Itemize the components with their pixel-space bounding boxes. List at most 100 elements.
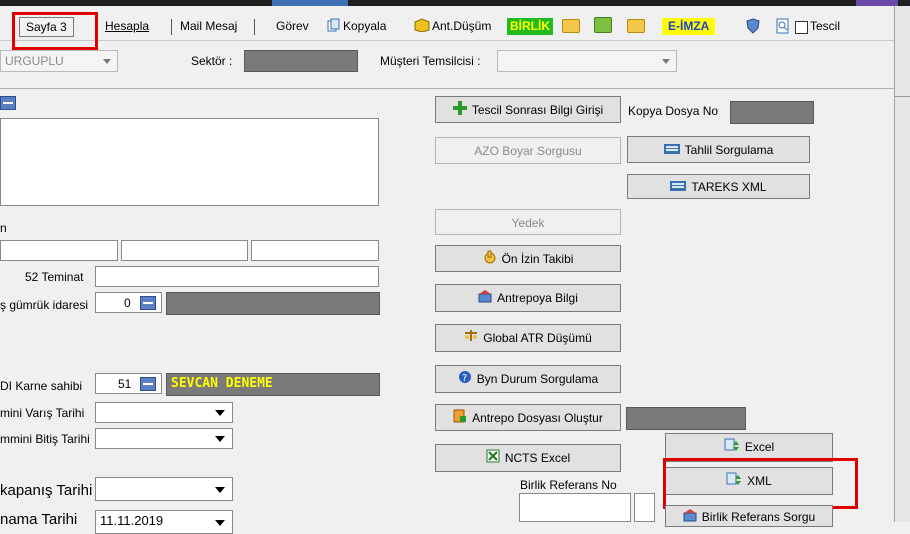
sektor-label: Sektör :	[191, 54, 233, 68]
notes-textarea[interactable]	[0, 118, 379, 206]
bottom-date-label: nama Tarihi	[0, 511, 78, 528]
field-3[interactable]	[251, 240, 379, 261]
bitis-tarihi-picker[interactable]	[95, 428, 233, 449]
kopya-dosya-no-field	[730, 101, 814, 124]
mail-mesaj-button[interactable]: Mail Mesaj	[180, 16, 237, 36]
warehouse-icon	[683, 507, 697, 529]
teminat-label: 52 Teminat	[25, 270, 84, 284]
yedek-label: Yedek	[511, 216, 545, 230]
dropdown-arrow-icon	[215, 436, 225, 442]
tescil-sonrasi-bilgi-girisi-button[interactable]: Tescil Sonrası Bilgi Girişi	[435, 96, 621, 123]
gumruk-lookup-button[interactable]	[140, 296, 156, 310]
warehouse-icon	[478, 286, 492, 312]
field-1[interactable]	[0, 240, 118, 261]
kopyala-button[interactable]: Kopyala	[343, 16, 386, 36]
birlik-referans-extra-field[interactable]	[634, 493, 655, 522]
global-atr-label: Global ATR Düşümü	[483, 331, 592, 345]
kapanis-tarihi-label: kapanış Tarihi	[0, 482, 93, 499]
right-scrollbar[interactable]	[894, 6, 910, 522]
plus-icon	[452, 98, 467, 124]
varis-tarihi-label: mini Varış Tarihi	[0, 406, 85, 420]
on-izin-label: Ön İzin Takibi	[501, 252, 574, 266]
ncts-excel-button[interactable]: NCTS Excel	[435, 444, 621, 472]
byn-durum-label: Byn Durum Sorgulama	[476, 372, 599, 386]
document-add-icon	[453, 406, 467, 432]
office-combo[interactable]: URGUPLU	[0, 50, 118, 72]
lookup-button[interactable]	[0, 96, 16, 110]
excel-icon	[486, 446, 500, 472]
birlik-referans-no-label: Birlik Referans No	[520, 478, 617, 492]
birlik-referans-sorgu-button[interactable]: Birlik Referans Sorgu	[665, 505, 833, 527]
on-izin-takibi-button[interactable]: Ön İzin Takibi	[435, 245, 621, 272]
bottom-date-value: 11.11.2019	[100, 513, 164, 528]
birlik-referans-no-field[interactable]	[519, 493, 631, 522]
gorev-button[interactable]: Görev	[276, 16, 309, 36]
folder-export-icon[interactable]	[627, 19, 645, 33]
sektor-field[interactable]	[244, 50, 358, 72]
folder-open-icon[interactable]	[562, 19, 580, 33]
varis-tarihi-picker[interactable]	[95, 402, 233, 423]
separator	[254, 19, 255, 35]
antrepo-dosyasi-olustur-button[interactable]: Antrepo Dosyası Oluştur	[435, 404, 621, 431]
box-icon[interactable]	[414, 18, 430, 33]
tahlil-label: Tahlil Sorgulama	[684, 143, 774, 157]
karne-sahibi-name: SEVCAN DENEME	[171, 376, 273, 391]
tareks-xml-button[interactable]: TAREKS XML	[627, 174, 810, 199]
byn-durum-sorgulama-button[interactable]: ? Byn Durum Sorgulama	[435, 365, 621, 393]
antrepo-dosya-no-field	[626, 407, 746, 430]
tahlil-sorgulama-button[interactable]: Tahlil Sorgulama	[627, 136, 810, 163]
hand-icon	[483, 247, 497, 273]
filter-row: URGUPLU Sektör : Müşteri Temsilcisi :	[0, 41, 894, 89]
field-2[interactable]	[121, 240, 248, 261]
antrepoya-label: Antrepoya Bilgi	[497, 291, 578, 305]
antrepo-dosyasi-label: Antrepo Dosyası Oluştur	[472, 411, 603, 425]
gumruk-idaresi-name	[166, 292, 380, 315]
bottom-date-picker[interactable]: 11.11.2019	[95, 510, 233, 534]
kopya-dosya-no-label: Kopya Dosya No	[628, 104, 719, 118]
global-atr-dusumu-button[interactable]: Global ATR Düşümü	[435, 324, 621, 352]
karne-sahibi-label: DI Karne sahibi	[0, 379, 83, 393]
birlik-button[interactable]: BİRLİK	[507, 18, 553, 35]
scale-icon	[464, 326, 478, 352]
fragment-label: n	[0, 221, 7, 235]
antrepoya-bilgi-button[interactable]: Antrepoya Bilgi	[435, 284, 621, 312]
tareks-label: TAREKS XML	[691, 180, 767, 194]
gumruk-idaresi-value: 0	[124, 296, 131, 310]
keyboard-icon	[670, 176, 687, 200]
gumruk-idaresi-label: ş gümrük idaresi	[0, 298, 89, 312]
export-icon	[724, 435, 740, 461]
karne-lookup-button[interactable]	[140, 377, 156, 391]
chevron-down-icon	[662, 59, 670, 64]
dropdown-arrow-icon	[215, 487, 225, 493]
azo-boyar-sorgusu-button[interactable]: AZO Boyar Sorgusu	[435, 137, 621, 164]
hesapla-button[interactable]: Hesapla	[105, 16, 149, 36]
toolbar: Sayfa 3 Hesapla Mail Mesaj Görev Kopyala…	[0, 6, 894, 50]
e-imza-button[interactable]: E-İMZA	[662, 18, 716, 35]
keyboard-icon	[663, 138, 680, 164]
highlight-box-xml	[663, 458, 858, 509]
ant-dusum-button[interactable]: Ant.Düşüm	[432, 16, 491, 36]
help-icon: ?	[458, 367, 472, 393]
yedek-button[interactable]: Yedek	[435, 209, 621, 235]
copy-icon[interactable]	[327, 18, 341, 32]
karne-sahibi-value: 51	[118, 377, 132, 391]
folder-upload-icon[interactable]	[594, 17, 612, 33]
musteri-temsilcisi-combo[interactable]	[497, 50, 677, 72]
chevron-down-icon	[103, 59, 111, 64]
kapanis-tarihi-picker[interactable]	[95, 477, 233, 501]
shield-icon[interactable]	[746, 18, 760, 34]
karne-sahibi-code[interactable]: 51	[95, 373, 162, 394]
tescil-label: Tescil	[810, 19, 841, 33]
musteri-temsilcisi-label: Müşteri Temsilcisi :	[380, 54, 481, 68]
ncts-excel-label: NCTS Excel	[504, 451, 571, 465]
dropdown-arrow-icon	[215, 410, 225, 416]
svg-text:?: ?	[462, 373, 467, 384]
teminat-field[interactable]	[95, 266, 379, 287]
azo-label: AZO Boyar Sorgusu	[474, 144, 582, 158]
excel-label: Excel	[744, 440, 775, 454]
tescil-checkbox[interactable]	[795, 21, 808, 34]
search-document-icon[interactable]	[776, 18, 790, 34]
tescil-sonrasi-label: Tescil Sonrası Bilgi Girişi	[471, 103, 604, 117]
gumruk-idaresi-code[interactable]: 0	[95, 292, 162, 313]
karne-sahibi-name-field: SEVCAN DENEME	[166, 373, 380, 396]
